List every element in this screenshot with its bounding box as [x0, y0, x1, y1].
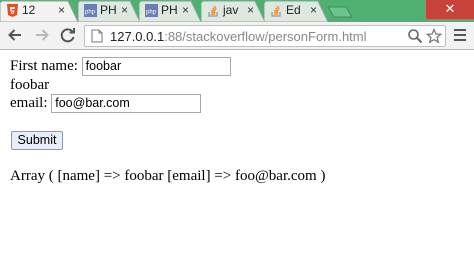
email-row: email: foo@bar.com [10, 94, 202, 113]
reload-icon[interactable] [58, 25, 78, 45]
forward-icon[interactable] [32, 25, 52, 45]
first-name-label: First name: [10, 57, 78, 74]
tab-close-icon[interactable]: × [247, 3, 254, 17]
window-close-button[interactable]: ✕ [426, 0, 474, 19]
bookmark-star-icon[interactable] [426, 28, 442, 44]
tab-close-icon[interactable]: × [58, 3, 65, 17]
tab-title: PH [100, 3, 117, 17]
tab-php-2[interactable]: php PH × [139, 0, 203, 22]
first-name-row: First name: foobar [10, 57, 231, 76]
address-bar[interactable]: 127.0.0.1:88/stackoverflow/personForm.ht… [84, 25, 446, 47]
tab-active[interactable]: 12 × [0, 0, 80, 22]
tab-strip: 12 × php PH × php PH × jav × Ed × ✕ [0, 0, 474, 22]
php-icon: php [84, 4, 97, 17]
url-text[interactable]: 127.0.0.1:88/stackoverflow/personForm.ht… [110, 29, 367, 44]
svg-text:php: php [146, 10, 157, 16]
new-tab-button[interactable] [327, 6, 353, 18]
page-content: First name: foobar foobar email: foo@bar… [0, 51, 474, 276]
tab-php-1[interactable]: php PH × [78, 0, 142, 22]
tab-title: 12 [22, 3, 36, 17]
tab-title: Ed [286, 3, 301, 17]
submit-button[interactable]: Submit [11, 131, 63, 150]
svg-text:php: php [85, 10, 96, 16]
tab-java[interactable]: jav × [201, 0, 267, 22]
url-path: :88/stackoverflow/personForm.html [164, 29, 367, 44]
tab-close-icon[interactable]: × [121, 3, 128, 17]
email-label: email: [10, 94, 48, 111]
back-icon[interactable] [5, 25, 25, 45]
html5-icon [6, 4, 19, 17]
browser-toolbar: 127.0.0.1:88/stackoverflow/personForm.ht… [0, 22, 474, 50]
php-icon: php [145, 4, 158, 17]
tab-title: jav [223, 3, 239, 17]
tab-close-icon[interactable]: × [310, 3, 317, 17]
zoom-icon[interactable] [407, 28, 423, 44]
menu-icon[interactable] [452, 27, 468, 43]
tab-edit[interactable]: Ed × [264, 0, 330, 22]
email-input[interactable]: foo@bar.com [51, 94, 202, 113]
array-output-text: Array ( [name] => foobar [email] => foo@… [10, 168, 326, 184]
first-name-input[interactable]: foobar [81, 57, 231, 76]
stack-overflow-icon [270, 4, 283, 17]
tab-title: PH [161, 3, 178, 17]
stack-overflow-icon [207, 4, 220, 17]
tab-close-icon[interactable]: × [182, 3, 189, 17]
name-echo-text: foobar [10, 77, 50, 93]
url-host: 127.0.0.1 [110, 29, 165, 44]
page-icon [91, 29, 103, 43]
